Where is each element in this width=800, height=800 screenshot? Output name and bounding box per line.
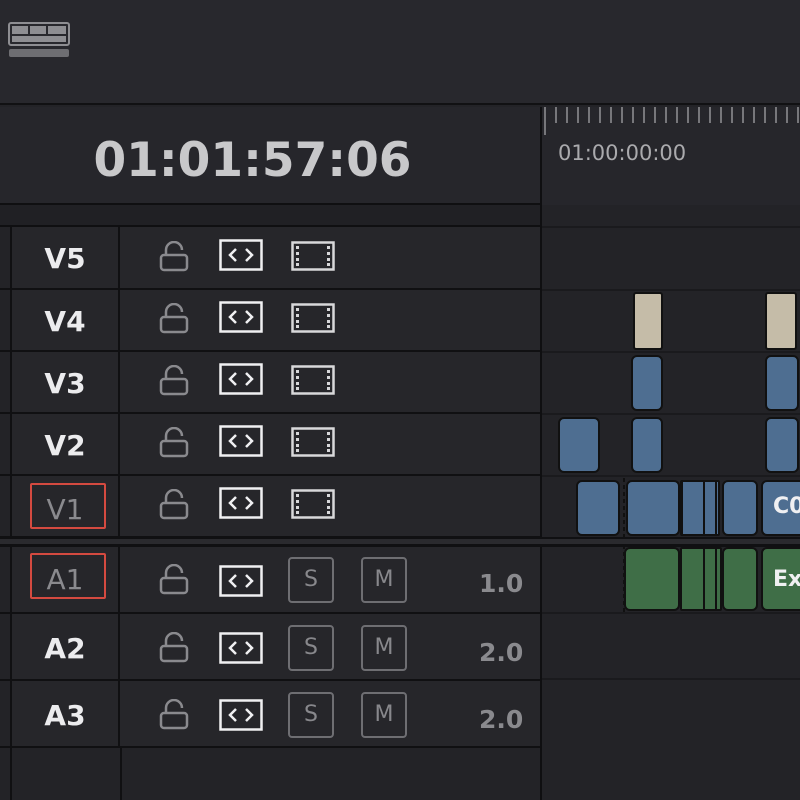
timeline-layout-icon[interactable] — [8, 22, 70, 60]
video-enable-icon[interactable] — [291, 303, 335, 333]
v1-edit-points — [623, 478, 717, 538]
lock-icon[interactable] — [159, 303, 189, 335]
track-name: V4 — [44, 305, 86, 338]
auto-select-icon[interactable] — [219, 565, 263, 597]
track-level: 2.0 — [479, 638, 524, 667]
track-header-a2[interactable]: A2 S M 2.0 — [0, 614, 540, 681]
lock-icon[interactable] — [159, 241, 189, 273]
track-name-cell: A2 — [10, 614, 120, 679]
track-level: 1.0 — [479, 569, 524, 598]
track-header-a1[interactable]: A1 S M 1.0 — [0, 547, 540, 614]
lock-icon[interactable] — [159, 489, 189, 521]
a1-clip-name: Ex — [773, 567, 800, 592]
mute-button[interactable]: M — [361, 557, 407, 603]
solo-button[interactable]: S — [288, 692, 334, 738]
track-header-a3[interactable]: A3 S M 2.0 — [0, 681, 540, 748]
track-name-cell: V4 — [10, 290, 120, 350]
track-name: A3 — [44, 699, 86, 732]
v1-clip-name: C0 — [773, 494, 800, 519]
video-enable-icon[interactable] — [291, 365, 335, 395]
v2-clip[interactable] — [765, 417, 799, 473]
track-name-cell: A3 — [10, 681, 120, 746]
v3-clip[interactable] — [765, 355, 799, 411]
track-name-cell: V1 — [10, 476, 120, 536]
timecode-header: 01:01:57:06 — [0, 107, 540, 205]
solo-button[interactable]: S — [288, 625, 334, 671]
timeline-track-area[interactable]: C0 Ex — [540, 205, 800, 800]
v4-clip[interactable] — [633, 292, 663, 350]
track-name: V3 — [44, 367, 86, 400]
track-name-cell: V2 — [10, 414, 120, 474]
track-name: V1 — [46, 493, 84, 526]
video-enable-icon[interactable] — [291, 241, 335, 271]
video-enable-icon[interactable] — [291, 427, 335, 457]
auto-select-icon[interactable] — [219, 301, 263, 333]
auto-select-icon[interactable] — [219, 239, 263, 271]
ruler-ticks — [544, 107, 799, 135]
video-enable-icon[interactable] — [291, 489, 335, 519]
track-name: V5 — [44, 242, 86, 275]
track-header-v3[interactable]: V3 — [0, 352, 540, 414]
auto-select-icon[interactable] — [219, 425, 263, 457]
track-name-cell: V5 — [10, 227, 120, 288]
header-separator — [0, 205, 540, 227]
track-name: V2 — [44, 429, 86, 462]
v3-clip[interactable] — [631, 355, 663, 411]
track-header-v4[interactable]: V4 — [0, 290, 540, 352]
v2-clip[interactable] — [558, 417, 600, 473]
video-audio-divider[interactable] — [0, 537, 800, 547]
lock-icon[interactable] — [159, 699, 189, 731]
track-header-v1[interactable]: V1 — [0, 476, 540, 538]
track-header-v2[interactable]: V2 — [0, 414, 540, 476]
v4-clip[interactable] — [765, 292, 797, 350]
lock-icon[interactable] — [159, 427, 189, 459]
top-toolbar — [0, 0, 800, 105]
ruler-start-timecode: 01:00:00:00 — [558, 141, 687, 165]
auto-select-icon[interactable] — [219, 363, 263, 395]
auto-select-icon[interactable] — [219, 632, 263, 664]
v1-clip[interactable] — [576, 480, 620, 536]
v2-clip[interactable] — [631, 417, 663, 473]
timecode-display[interactable]: 01:01:57:06 — [0, 133, 505, 188]
timeline-ruler[interactable]: 01:00:00:00 — [540, 107, 800, 205]
lock-icon[interactable] — [159, 632, 189, 664]
lock-icon[interactable] — [159, 365, 189, 397]
track-name-cell: V3 — [10, 352, 120, 412]
auto-select-icon[interactable] — [219, 487, 263, 519]
track-name: A1 — [46, 563, 84, 596]
track-header-v5[interactable]: V5 — [0, 227, 540, 290]
a1-edit-points — [623, 545, 717, 613]
auto-select-icon[interactable] — [219, 699, 263, 731]
mute-button[interactable]: M — [361, 625, 407, 671]
mute-button[interactable]: M — [361, 692, 407, 738]
track-level: 2.0 — [479, 705, 524, 734]
track-name: A2 — [44, 632, 86, 665]
lock-icon[interactable] — [159, 564, 189, 596]
solo-button[interactable]: S — [288, 557, 334, 603]
track-header-empty-area — [0, 748, 540, 800]
track-name-cell: A1 — [10, 547, 120, 612]
